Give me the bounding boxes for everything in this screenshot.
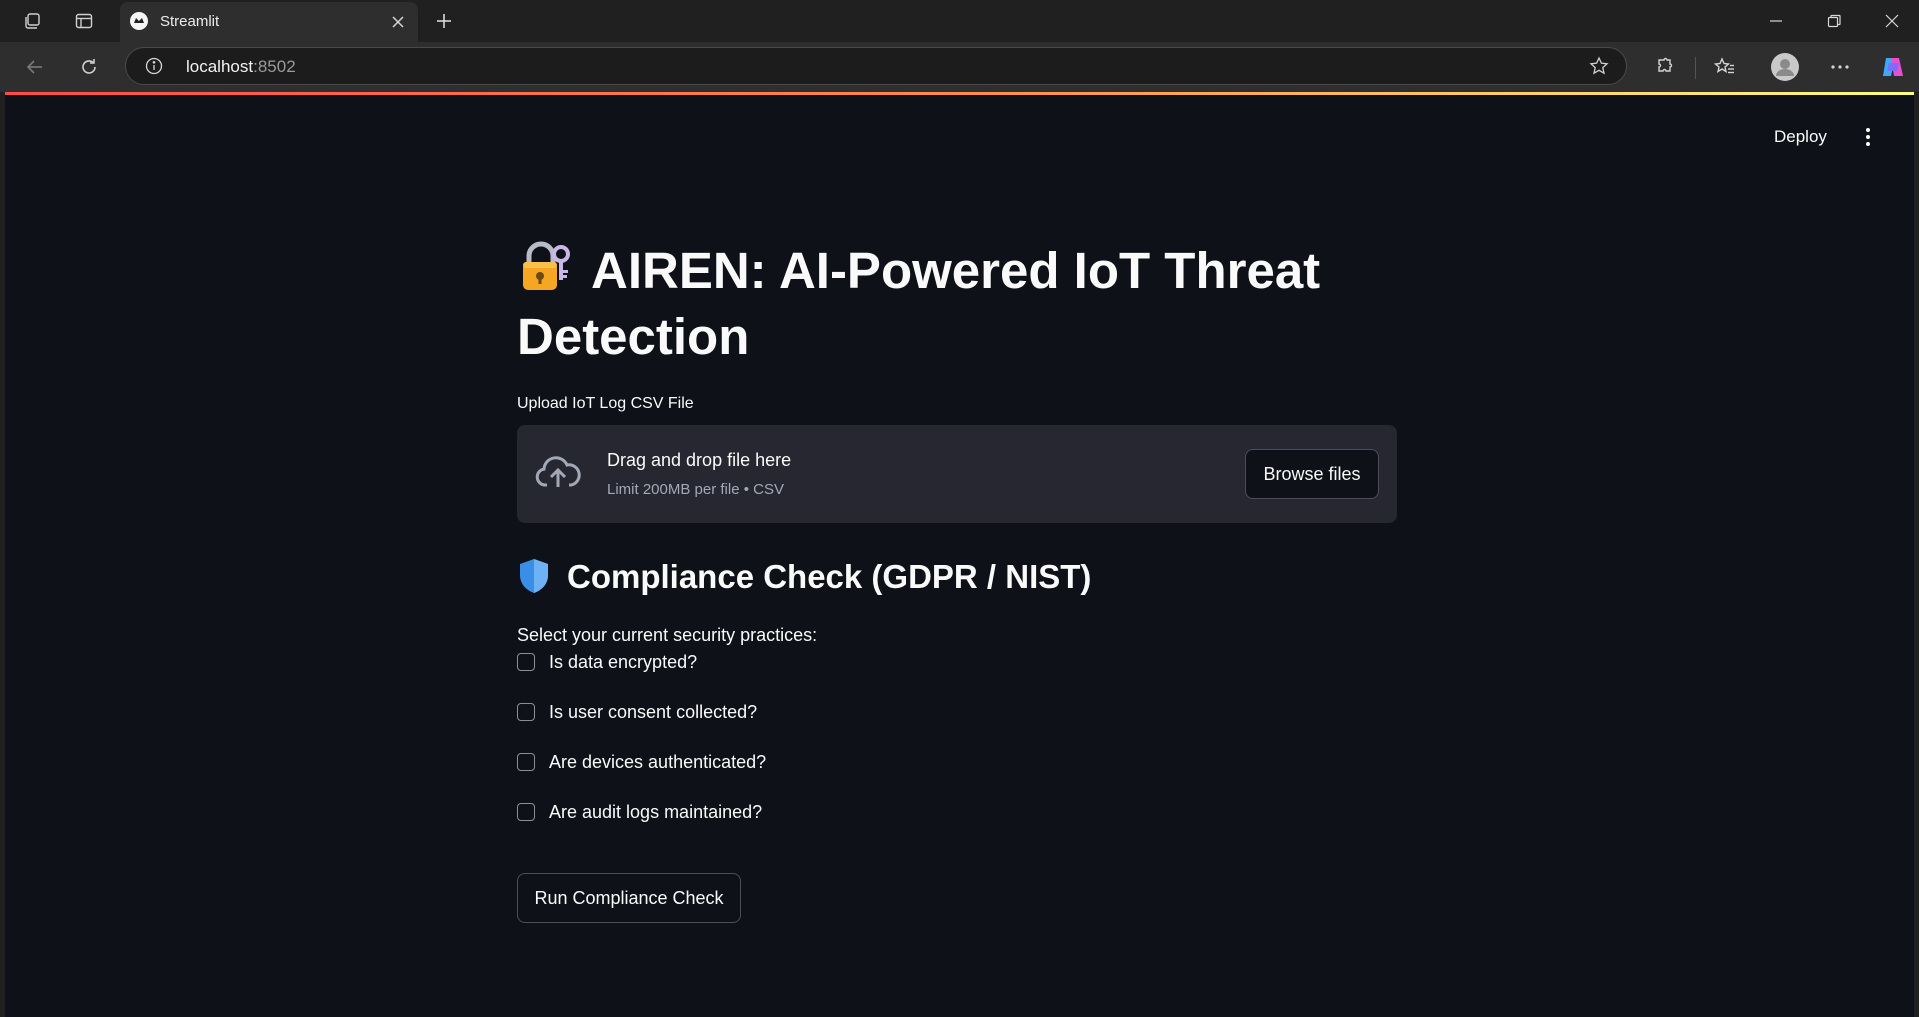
streamlit-app: Deploy AIREN: AI-Powered IoT Threat Dete… (5, 95, 1914, 1017)
compliance-heading-text: Compliance Check (GDPR / NIST) (567, 558, 1092, 595)
url-text: localhost:8502 (186, 57, 296, 76)
main-menu-icon[interactable] (1858, 125, 1878, 149)
checkbox-label: Are audit logs maintained? (549, 801, 763, 822)
file-dropzone[interactable]: Drag and drop file here Limit 200MB per … (517, 425, 1397, 523)
checkbox-audit-logs[interactable]: Are audit logs maintained? (517, 799, 762, 825)
upload-label: Upload IoT Log CSV File (517, 395, 694, 412)
checkbox-box[interactable] (517, 753, 535, 771)
vertical-tabs-icon[interactable] (72, 9, 96, 33)
page-title: AIREN: AI-Powered IoT Threat Detection (517, 238, 1397, 370)
deploy-button[interactable]: Deploy (1774, 127, 1827, 147)
site-info-icon[interactable] (144, 56, 164, 76)
checkbox-devices-authenticated[interactable]: Are devices authenticated? (517, 749, 766, 775)
new-tab-icon[interactable] (432, 9, 456, 33)
practices-prompt: Select your current security practices: (517, 625, 818, 645)
favorite-star-icon[interactable] (1588, 55, 1610, 77)
compliance-heading: Compliance Check (GDPR / NIST) (517, 557, 1091, 596)
address-bar[interactable]: localhost:8502 (125, 47, 1627, 85)
restore-icon[interactable] (1822, 9, 1846, 33)
checkbox-data-encrypted[interactable]: Is data encrypted? (517, 649, 697, 675)
toolbar-divider (1695, 57, 1696, 79)
checkbox-label: Are devices authenticated? (549, 751, 767, 772)
extensions-icon[interactable] (1651, 54, 1677, 80)
browser-tab-streamlit[interactable]: Streamlit (120, 2, 418, 42)
favorites-icon[interactable] (1712, 54, 1738, 80)
minimize-icon[interactable] (1764, 9, 1788, 33)
tab-title: Streamlit (160, 13, 220, 30)
run-compliance-check-button[interactable]: Run Compliance Check (517, 873, 741, 923)
checkbox-label: Is data encrypted? (549, 651, 698, 672)
more-options-icon[interactable] (1827, 54, 1853, 80)
browser-tab-bar: Streamlit (0, 0, 1919, 42)
checkbox-box[interactable] (517, 803, 535, 821)
workspaces-icon[interactable] (20, 9, 44, 33)
locked-with-key-icon (517, 238, 573, 294)
close-window-icon[interactable] (1880, 9, 1904, 33)
checkbox-user-consent[interactable]: Is user consent collected? (517, 699, 757, 725)
streamlit-favicon-icon (130, 12, 148, 30)
checkbox-box[interactable] (517, 703, 535, 721)
copilot-icon[interactable] (1880, 54, 1906, 80)
page-title-text: AIREN: AI-Powered IoT Threat Detection (517, 242, 1321, 365)
close-tab-icon[interactable] (386, 10, 410, 34)
checkbox-label: Is user consent collected? (549, 701, 758, 722)
dropzone-limit-text: Limit 200MB per file • CSV (607, 481, 784, 498)
dropzone-title: Drag and drop file here (607, 450, 792, 470)
cloud-upload-icon (535, 453, 581, 493)
back-icon[interactable] (23, 55, 47, 79)
browse-files-button[interactable]: Browse files (1245, 449, 1379, 499)
browser-toolbar: localhost:8502 (0, 42, 1919, 92)
checkbox-box[interactable] (517, 653, 535, 671)
shield-icon (517, 557, 551, 595)
profile-avatar-icon[interactable] (1770, 52, 1800, 82)
refresh-icon[interactable] (77, 55, 101, 79)
